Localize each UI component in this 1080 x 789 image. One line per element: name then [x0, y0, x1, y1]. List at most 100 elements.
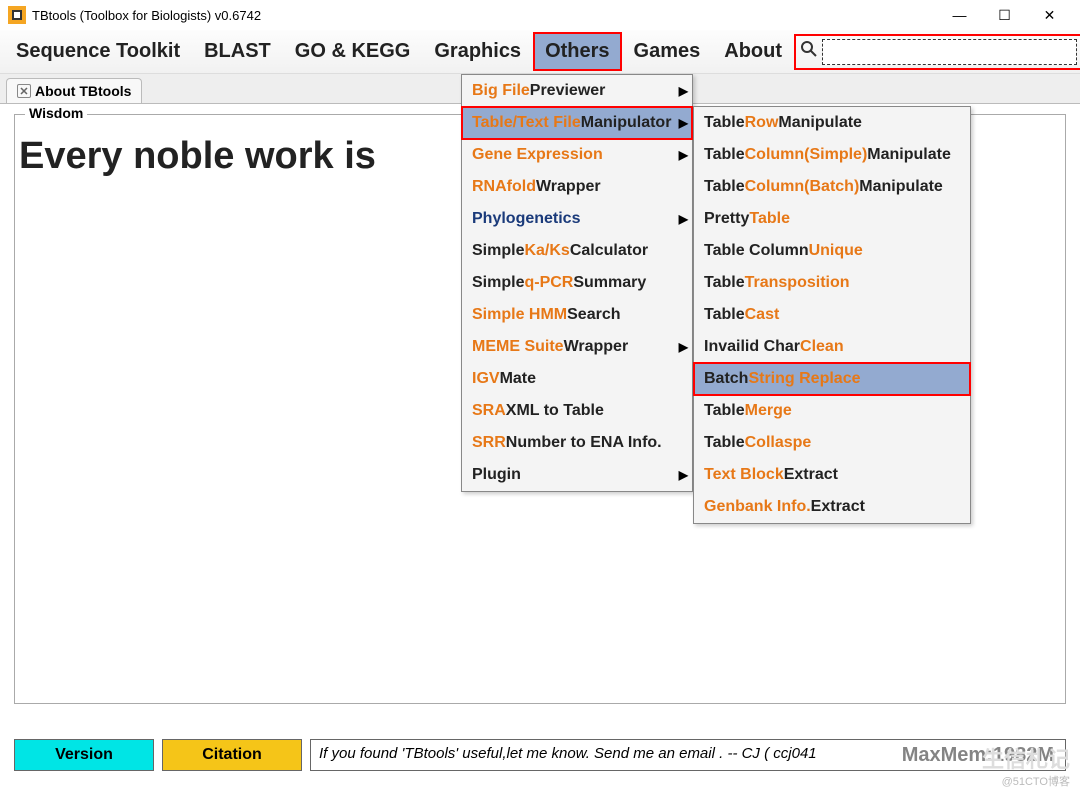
- menu-text: Table/Text File: [472, 114, 581, 132]
- menu-item-graphics[interactable]: Graphics: [422, 32, 533, 71]
- titlebar: TBtools (Toolbox for Biologists) v0.6742…: [0, 0, 1080, 30]
- menu-text: Big File: [472, 82, 530, 100]
- menu-item-others[interactable]: Others: [533, 32, 621, 71]
- menu-text: Simple: [472, 242, 524, 260]
- menu-text: Gene Expression: [472, 146, 603, 164]
- menu-text: Manipulate: [859, 178, 943, 196]
- tab-about[interactable]: ✕ About TBtools: [6, 78, 142, 103]
- citation-button[interactable]: Citation: [162, 739, 302, 771]
- menu-text: Row: [745, 114, 779, 132]
- tabletext-item-9[interactable]: Table Merge: [694, 395, 970, 427]
- menu-text: Previewer: [530, 82, 606, 100]
- menu-text: Text Block: [704, 466, 784, 484]
- others-item-11[interactable]: SRR Number to ENA Info.: [462, 427, 692, 459]
- tab-label: About TBtools: [35, 83, 131, 99]
- menu-text: Manipulator: [581, 114, 672, 132]
- chevron-right-icon: ▶: [679, 148, 688, 162]
- others-item-10[interactable]: SRA XML to Table: [462, 395, 692, 427]
- others-item-7[interactable]: Simple HMM Search: [462, 299, 692, 331]
- chevron-right-icon: ▶: [679, 212, 688, 226]
- version-button[interactable]: Version: [14, 739, 154, 771]
- menu-text: Genbank Info.: [704, 498, 811, 516]
- menu-text: Invailid Char: [704, 338, 800, 356]
- menu-text: Transposition: [745, 274, 850, 292]
- menu-text: XML to Table: [506, 402, 604, 420]
- menu-text: Wrapper: [564, 338, 629, 356]
- menu-text: RNAfold: [472, 178, 536, 196]
- tabletext-item-8[interactable]: Batch String Replace: [694, 363, 970, 395]
- menu-text: Merge: [745, 402, 792, 420]
- chevron-right-icon: ▶: [679, 340, 688, 354]
- others-submenu: Big File Previewer▶Table/Text File Manip…: [461, 74, 693, 492]
- menu-text: Column(Simple): [745, 146, 868, 164]
- menu-text: Table: [704, 402, 745, 420]
- menu-text: Extract: [784, 466, 838, 484]
- others-item-5[interactable]: Simple Ka/Ks Calculator: [462, 235, 692, 267]
- others-item-2[interactable]: Gene Expression ▶: [462, 139, 692, 171]
- tabletext-item-2[interactable]: Table Column(Batch) Manipulate: [694, 171, 970, 203]
- menu-text: Clean: [800, 338, 844, 356]
- menu-text: Table: [704, 178, 745, 196]
- minimize-button[interactable]: —: [937, 0, 982, 30]
- tabletext-item-0[interactable]: Table Row Manipulate: [694, 107, 970, 139]
- menu-text: Table: [749, 210, 790, 228]
- maximize-button[interactable]: ☐: [982, 0, 1027, 30]
- app-icon: [8, 6, 26, 24]
- menu-item-blast[interactable]: BLAST: [192, 32, 283, 71]
- search-icon: [800, 40, 818, 63]
- others-item-12[interactable]: Plugin▶: [462, 459, 692, 491]
- menu-text: SRR: [472, 434, 506, 452]
- menu-text: Collaspe: [745, 434, 812, 452]
- menu-text: Column(Batch): [745, 178, 860, 196]
- chevron-right-icon: ▶: [679, 84, 688, 98]
- tabletext-item-1[interactable]: Table Column(Simple) Manipulate: [694, 139, 970, 171]
- menu-text: Table: [704, 114, 745, 132]
- table-text-submenu: Table Row ManipulateTable Column(Simple)…: [693, 106, 971, 524]
- menu-text: Extract: [811, 498, 865, 516]
- menu-text: Cast: [745, 306, 780, 324]
- menu-text: Summary: [573, 274, 646, 292]
- search-box: [794, 34, 1080, 70]
- tabletext-item-4[interactable]: Table Column Unique: [694, 235, 970, 267]
- menu-text: Ka/Ks: [524, 242, 569, 260]
- tabletext-item-5[interactable]: Table Transposition: [694, 267, 970, 299]
- menu-text: Number to ENA Info.: [506, 434, 662, 452]
- tabletext-item-7[interactable]: Invailid Char Clean: [694, 331, 970, 363]
- chevron-right-icon: ▶: [679, 116, 688, 130]
- menu-text: Table: [704, 274, 745, 292]
- tabletext-item-6[interactable]: Table Cast: [694, 299, 970, 331]
- close-icon[interactable]: ✕: [17, 84, 31, 98]
- window-title: TBtools (Toolbox for Biologists) v0.6742: [32, 8, 261, 23]
- wisdom-legend: Wisdom: [25, 105, 87, 121]
- menu-item-about[interactable]: About: [712, 32, 794, 71]
- menu-text: Calculator: [570, 242, 648, 260]
- others-item-3[interactable]: RNAfold Wrapper: [462, 171, 692, 203]
- tabletext-item-12[interactable]: Genbank Info. Extract: [694, 491, 970, 523]
- menu-text: MEME Suite: [472, 338, 564, 356]
- tabletext-item-11[interactable]: Text Block Extract: [694, 459, 970, 491]
- menu-text: String Replace: [748, 370, 860, 388]
- tabletext-item-10[interactable]: Table Collaspe: [694, 427, 970, 459]
- menu-item-sequence-toolkit[interactable]: Sequence Toolkit: [4, 32, 192, 71]
- others-item-4[interactable]: Phylogenetics▶: [462, 203, 692, 235]
- menu-text: Simple HMM: [472, 306, 567, 324]
- close-button[interactable]: ✕: [1027, 0, 1072, 30]
- menu-text: Manipulate: [778, 114, 862, 132]
- window-controls: — ☐ ✕: [937, 0, 1072, 30]
- others-item-6[interactable]: Simple q-PCR Summary: [462, 267, 692, 299]
- others-item-9[interactable]: IGV Mate: [462, 363, 692, 395]
- tabletext-item-3[interactable]: Pretty Table: [694, 203, 970, 235]
- menu-text: Manipulate: [867, 146, 951, 164]
- search-input[interactable]: [822, 39, 1077, 65]
- menu-text: Plugin: [472, 466, 521, 484]
- menu-text: Batch: [704, 370, 748, 388]
- others-item-0[interactable]: Big File Previewer ▶: [462, 75, 692, 107]
- menu-item-go-kegg[interactable]: GO & KEGG: [283, 32, 423, 71]
- menu-text: Wrapper: [536, 178, 601, 196]
- others-item-8[interactable]: MEME Suite Wrapper ▶: [462, 331, 692, 363]
- menu-text: q-PCR: [524, 274, 573, 292]
- menu-item-games[interactable]: Games: [622, 32, 713, 71]
- others-item-1[interactable]: Table/Text File Manipulator ▶: [462, 107, 692, 139]
- menu-text: Mate: [500, 370, 536, 388]
- menubar: Sequence ToolkitBLASTGO & KEGGGraphicsOt…: [0, 30, 1080, 74]
